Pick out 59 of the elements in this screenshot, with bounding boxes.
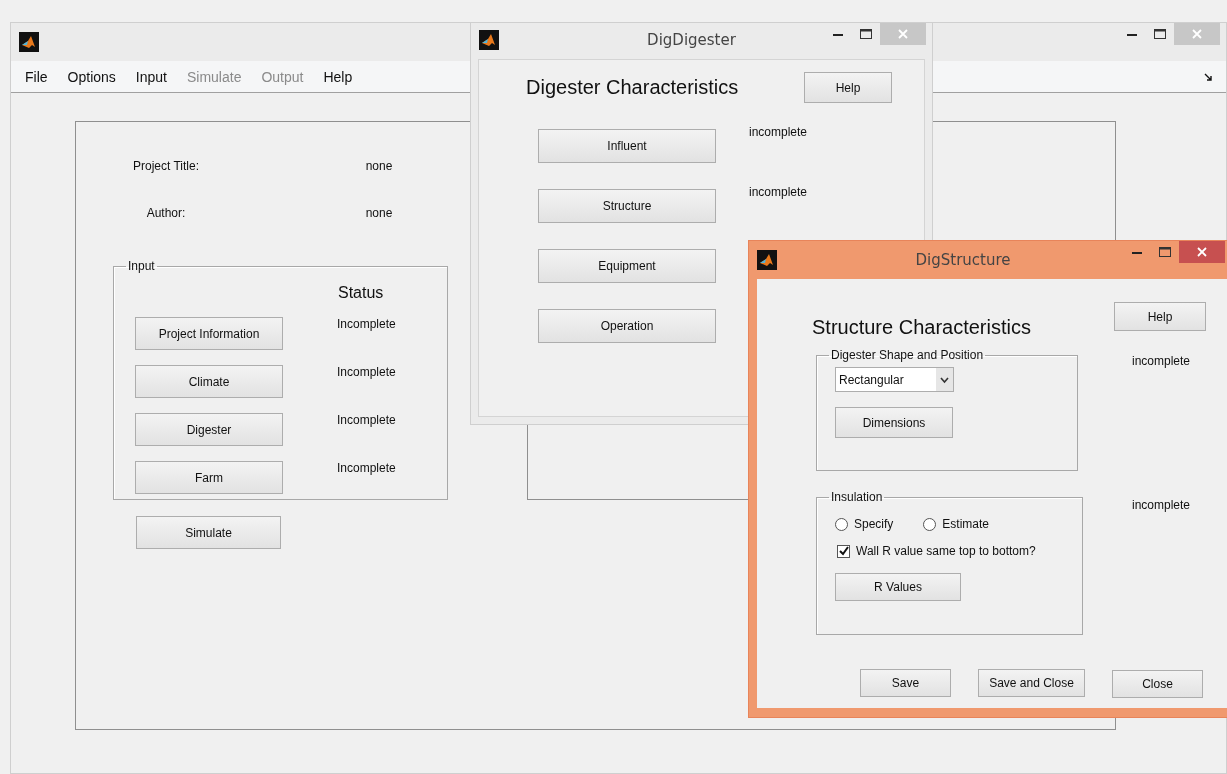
close-icon bbox=[1192, 29, 1202, 39]
status-text: incomplete bbox=[749, 125, 808, 139]
status-text: Incomplete bbox=[337, 317, 397, 331]
status-text: incomplete bbox=[1132, 354, 1191, 368]
field-label: Author: bbox=[145, 206, 187, 220]
panel-title: Insulation bbox=[830, 491, 884, 503]
panel-title: Input bbox=[127, 260, 156, 272]
section-button[interactable]: Operation bbox=[538, 309, 716, 343]
status-text: incomplete bbox=[749, 185, 808, 199]
menu-item[interactable]: File bbox=[15, 68, 58, 85]
status-text: Incomplete bbox=[337, 413, 397, 427]
panel-title: Digester Shape and Position bbox=[830, 349, 985, 361]
window-title: DigStructure bbox=[914, 251, 1012, 269]
caret-icon bbox=[936, 368, 953, 391]
maximize-icon bbox=[1154, 29, 1166, 39]
close-icon bbox=[898, 29, 908, 39]
r-values-button[interactable]: R Values bbox=[835, 573, 961, 601]
maximize-icon bbox=[1159, 247, 1171, 257]
menu-item[interactable]: Help bbox=[313, 68, 363, 85]
dimensions-button[interactable]: Dimensions bbox=[835, 407, 953, 438]
window-heading: Structure Characteristics bbox=[812, 316, 1031, 339]
field-value: none bbox=[364, 206, 394, 220]
matlab-logo-icon bbox=[757, 250, 777, 270]
field-label: Project Title: bbox=[132, 159, 200, 173]
status-heading: Status bbox=[338, 284, 385, 302]
simulate-button[interactable]: Simulate bbox=[136, 516, 281, 549]
input-button[interactable]: Climate bbox=[135, 365, 283, 398]
radio-option[interactable]: Estimate bbox=[923, 517, 990, 531]
menu-item[interactable]: Input bbox=[125, 68, 177, 85]
minimize-icon bbox=[1127, 32, 1137, 36]
close-icon bbox=[1197, 247, 1207, 257]
help-button[interactable]: Help bbox=[1114, 302, 1206, 331]
window-heading: Digester Characteristics bbox=[526, 76, 739, 99]
status-text: Incomplete bbox=[337, 365, 397, 379]
help-button[interactable]: Help bbox=[804, 72, 892, 103]
matlab-logo-icon bbox=[19, 32, 39, 52]
close-button[interactable] bbox=[1179, 241, 1225, 263]
status-text: Incomplete bbox=[337, 461, 397, 475]
minimize-icon bbox=[1132, 250, 1142, 254]
window-title: DigDigester bbox=[646, 30, 737, 49]
input-button[interactable]: Farm bbox=[135, 461, 283, 494]
radio-option[interactable]: Specify bbox=[835, 517, 894, 531]
dialog-button[interactable]: Save bbox=[860, 669, 951, 697]
dialog-button[interactable]: Close bbox=[1112, 670, 1203, 698]
menu-item[interactable]: Options bbox=[57, 68, 126, 85]
section-button[interactable]: Equipment bbox=[538, 249, 716, 283]
input-button[interactable]: Digester bbox=[135, 413, 283, 446]
dock-arrow-icon[interactable] bbox=[1204, 72, 1212, 81]
shape-dropdown[interactable]: Rectangular bbox=[835, 367, 954, 392]
checkbox-option[interactable]: Wall R value same top to bottom? bbox=[837, 544, 1036, 558]
minimize-icon bbox=[833, 32, 843, 36]
dialog-button[interactable]: Save and Close bbox=[978, 669, 1085, 697]
field-value: none bbox=[364, 159, 394, 173]
input-button[interactable]: Project Information bbox=[135, 317, 283, 350]
matlab-logo-icon bbox=[479, 29, 499, 50]
section-button[interactable]: Structure bbox=[538, 189, 716, 223]
status-text: incomplete bbox=[1132, 498, 1191, 512]
section-button[interactable]: Influent bbox=[538, 129, 716, 163]
maximize-icon bbox=[860, 29, 872, 39]
